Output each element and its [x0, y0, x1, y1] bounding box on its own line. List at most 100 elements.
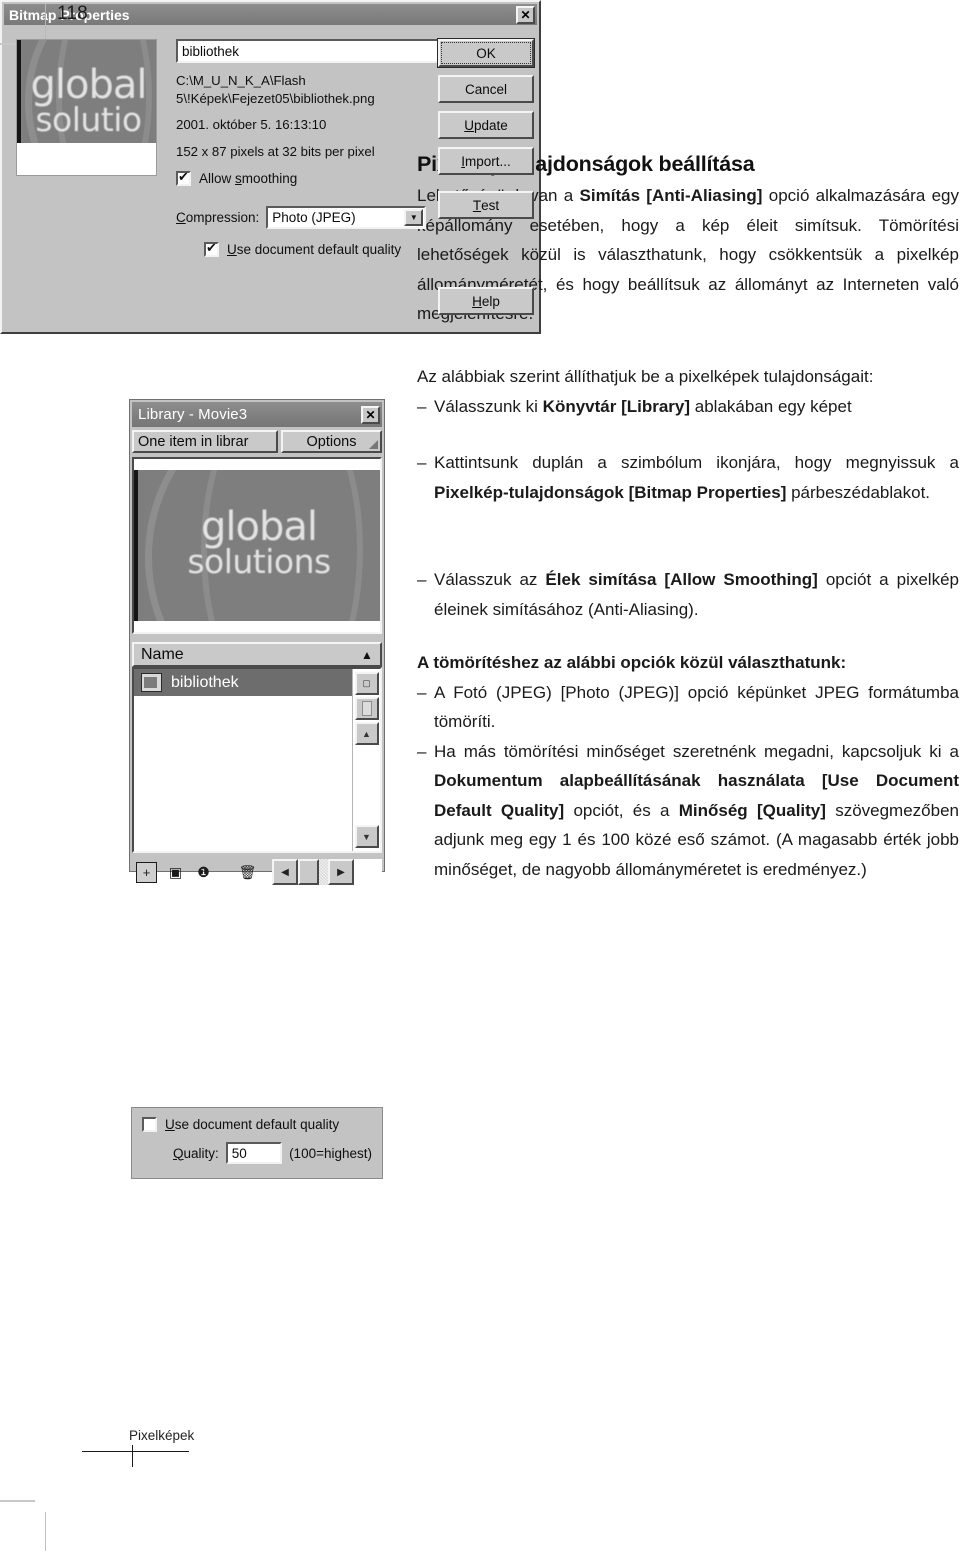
library-options-button[interactable]: Options: [281, 430, 382, 453]
library-vertical-scrollbar[interactable]: ▢ ▲ ▼: [352, 669, 380, 851]
use-document-default-quality-row[interactable]: Use document default quality: [176, 240, 448, 257]
cancel-button[interactable]: Cancel: [438, 75, 534, 103]
chevron-down-icon[interactable]: ▼: [404, 209, 424, 226]
bitmap-dimensions-line: 152 x 87 pixels at 32 bits per pixel: [176, 144, 375, 159]
properties-icon[interactable]: ❶: [194, 863, 213, 882]
library-column-name: Name: [141, 645, 184, 663]
compression-heading-bold: A tömörítéshez az alábbi opciók közül vá…: [417, 653, 847, 672]
step-5-bold-2: Minőség [Quality]: [678, 800, 826, 820]
bitmap-path-line-1: C:\M_U_N_K_A\Flash: [176, 73, 306, 88]
article-steps-block-2: – Kattintsunk duplán a szimbólum ikonjára…: [417, 448, 959, 507]
help-label-rest: elp: [481, 293, 500, 309]
bitmap-brand-text: global solutions: [138, 504, 380, 582]
library-options-label: Options: [306, 433, 357, 450]
chevron-corner-icon: [369, 440, 378, 449]
horizontal-scroll-track[interactable]: [298, 859, 328, 885]
library-window[interactable]: Library - Movie3 ✕ One item in librar Op…: [129, 399, 385, 885]
allow-smoothing-row[interactable]: Allow smoothing: [176, 169, 448, 186]
scroll-right-button[interactable]: ▶: [328, 859, 354, 885]
step-5-text-2: opciót, és a: [564, 800, 679, 820]
list-item[interactable]: bibliothek: [134, 669, 352, 696]
delete-icon[interactable]: 🗑: [238, 863, 257, 882]
compression-label-rest: ompression:: [185, 210, 260, 225]
library-footer-toolbar: + ▣ ❶ 🗑 ◀ ▶: [132, 858, 382, 886]
scrollbar-box-icon[interactable]: ▢: [354, 672, 379, 695]
import-button[interactable]: Import...: [438, 147, 534, 175]
quality-label: Quality:: [173, 1146, 219, 1161]
step-2-text-1: Kattintsunk duplán a szimbólum ikonjára,…: [434, 453, 959, 472]
step-1-bold-1: Könyvtár [Library]: [542, 396, 691, 416]
article-steps-block-3: – Válasszuk az Élek simítása [Allow Smoot…: [417, 565, 959, 624]
bitmap-name-input[interactable]: bibliothek: [176, 39, 448, 63]
bitmap-dialog-preview-pane: global solutio: [16, 39, 157, 176]
compression-label: Compression:: [176, 210, 259, 225]
library-list-header[interactable]: Name ▲: [132, 642, 382, 667]
allow-smoothing-checkbox[interactable]: [176, 169, 191, 186]
allow-smoothing-label-post: moothing: [241, 171, 298, 186]
step-1-dash: –: [417, 396, 427, 416]
library-list[interactable]: bibliothek ▢ ▲ ▼: [132, 667, 382, 853]
quality-field-row: Quality: 50 (100=highest): [142, 1142, 372, 1164]
close-icon[interactable]: ✕: [361, 405, 380, 424]
library-horizontal-scrollbar[interactable]: ◀ ▶: [272, 859, 382, 885]
article-compression-block: A tömörítéshez az alábbi opciók közül vá…: [417, 648, 959, 884]
bitmap-brand-line1: global: [201, 504, 318, 551]
quality-hint: (100=highest): [289, 1145, 372, 1161]
help-accelerator: H: [472, 293, 482, 309]
new-folder-icon[interactable]: ▣: [166, 863, 185, 882]
ok-button[interactable]: OK: [438, 39, 534, 67]
bitmap-dialog-body: global solutio bibliothek C:\M_U_N_K_A\F…: [4, 25, 537, 330]
step-2-text-2: párbeszédablakot.: [786, 482, 931, 502]
use-document-default-quality-checkbox[interactable]: [204, 240, 219, 257]
update-button[interactable]: Update: [438, 111, 534, 139]
library-titlebar[interactable]: Library - Movie3 ✕: [132, 402, 382, 427]
step-3-dash: –: [417, 570, 427, 589]
new-symbol-icon[interactable]: +: [136, 861, 157, 883]
horizontal-scroll-thumb[interactable]: [298, 859, 319, 885]
scroll-up-button[interactable]: ▲: [354, 722, 379, 745]
quality-accelerator: Q: [173, 1145, 184, 1161]
footer-rule: [82, 1451, 189, 1453]
sort-ascending-icon[interactable]: ▲: [357, 649, 377, 661]
footer-tick: [132, 1445, 134, 1467]
update-label-rest: pdate: [473, 117, 508, 133]
bitmap-brand-line2: solutions: [187, 542, 331, 582]
step-4: – A Fotó (JPEG) [Photo (JPEG)] opció képü…: [417, 678, 959, 737]
bitmap-brand-text: global solutio: [21, 65, 156, 136]
step-1: – Válasszunk ki Könyvtár [Library] ablaká…: [417, 392, 959, 422]
bitmap-symbol-icon: [141, 673, 162, 692]
library-toolbar: One item in librar Options: [132, 430, 382, 453]
step-5: – Ha más tömörítési minőséget szeretnénk …: [417, 737, 959, 885]
use-default-label-rest: se document default quality: [174, 1117, 340, 1132]
step-1-text-2: ablakában egy képet: [690, 396, 852, 416]
step-1-text-1: Válasszunk ki: [434, 396, 543, 416]
step-2-bold-1: Pixelkép-tulajdonságok [Bitmap Propertie…: [434, 482, 787, 502]
use-document-default-quality-row[interactable]: Use document default quality: [142, 1117, 372, 1132]
list-item-label: bibliothek: [171, 673, 239, 691]
scrollbar-corner: [354, 859, 382, 885]
bitmap-properties-dialog[interactable]: Bitmap Properties ✕ global solutio bibli…: [0, 0, 541, 334]
step-2: – Kattintsunk duplán a szimbólum ikonjára…: [417, 448, 959, 507]
library-item-count: One item in librar: [132, 430, 278, 453]
use-document-default-quality-label: Use document default quality: [165, 1117, 339, 1132]
test-accelerator: T: [472, 197, 482, 213]
allow-smoothing-label: Allow smoothing: [199, 171, 297, 186]
scroll-down-button[interactable]: ▼: [354, 825, 379, 848]
import-label-rest: mport...: [465, 153, 511, 169]
step-3: – Válasszuk az Élek simítása [Allow Smoot…: [417, 565, 959, 624]
scroll-left-button[interactable]: ◀: [272, 859, 298, 885]
quality-input[interactable]: 50: [225, 1142, 283, 1164]
page-edge-vertical-rule-bottom: [45, 1512, 46, 1551]
test-label-rest: est: [481, 197, 500, 213]
page-number: 118: [57, 3, 88, 24]
scrollbar-thumb[interactable]: [354, 697, 379, 720]
help-button[interactable]: Help: [438, 287, 534, 315]
use-document-default-quality-checkbox[interactable]: [142, 1117, 157, 1132]
test-button[interactable]: Test: [438, 191, 534, 219]
close-icon[interactable]: ✕: [516, 5, 535, 24]
use-default-label-rest: se document default quality: [236, 242, 402, 257]
library-list-body: bibliothek: [134, 669, 352, 851]
compression-select[interactable]: Photo (JPEG) ▼: [266, 206, 427, 229]
library-preview-pane: global solutions: [132, 457, 382, 634]
step-5-dash: –: [417, 741, 427, 761]
